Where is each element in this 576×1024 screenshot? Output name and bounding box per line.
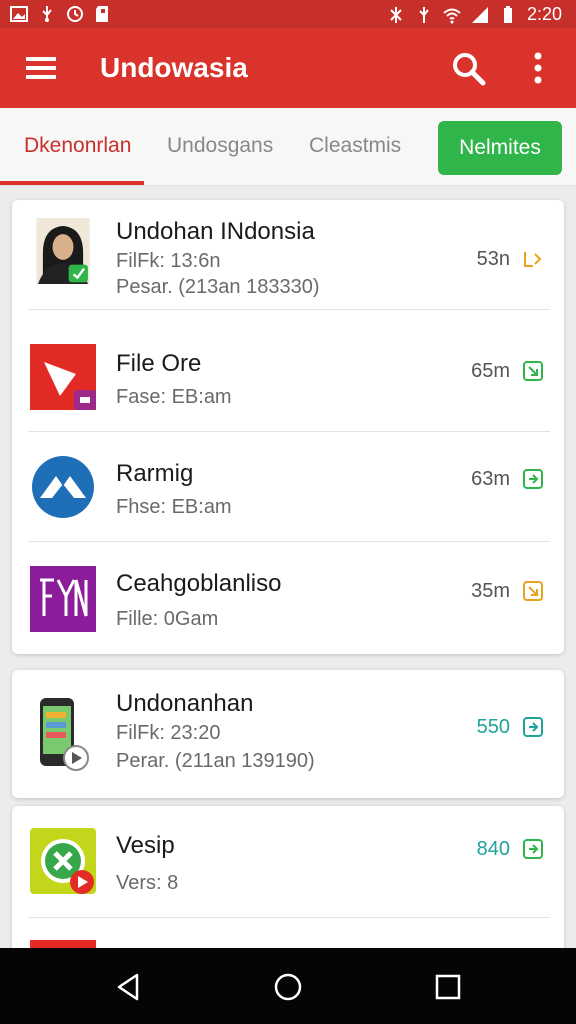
- image-icon: [10, 6, 28, 22]
- open-icon[interactable]: [522, 716, 544, 738]
- list-item-subtitle: Vers: 8: [116, 872, 179, 894]
- list-item[interactable]: Undonanhan FilFk: 23:20 Perar. (211an 13…: [12, 670, 564, 798]
- list-item-size: 63m: [471, 468, 510, 490]
- status-left-icons: [10, 5, 112, 23]
- mountain-logo-icon: [32, 456, 94, 518]
- open-icon[interactable]: [522, 360, 544, 382]
- green-x-icon: [30, 828, 96, 894]
- divider: [28, 541, 550, 542]
- divider: [28, 309, 550, 310]
- tab-cleastmis[interactable]: Cleastmis: [309, 134, 401, 158]
- data-icon: [419, 6, 429, 23]
- nav-bar: [0, 948, 576, 1024]
- app-list-card: Undonanhan FilFk: 23:20 Perar. (211an 13…: [12, 670, 564, 798]
- bluetooth-off-icon: [390, 6, 402, 23]
- sync-icon: [67, 6, 83, 22]
- app-bar: Undowasia: [0, 28, 576, 108]
- list-item-subtitle: Fille: 0Gam: [116, 608, 219, 630]
- phone-device-icon: [40, 698, 89, 771]
- list-item-size: 53n: [476, 248, 510, 270]
- wifi-icon: [443, 8, 461, 23]
- list-item-title: Vesip: [116, 832, 175, 859]
- active-tab-indicator: [0, 181, 144, 185]
- tab-dkenonrlan[interactable]: Dkenonrlan: [24, 134, 131, 158]
- list-item-title: File Ore: [116, 350, 202, 377]
- list-item-detail: Perar. (211an 139190): [116, 750, 315, 772]
- list-item-size: 65m: [471, 360, 510, 382]
- expand-icon[interactable]: [522, 248, 544, 270]
- status-right-icons: 2:20: [387, 4, 562, 25]
- list-item[interactable]: Ceahgoblanliso Fille: 0Gam 35m: [12, 544, 564, 654]
- list-item[interactable]: Vesip Vers: 8 840: [12, 806, 564, 918]
- home-icon[interactable]: [273, 972, 303, 1002]
- open-icon[interactable]: [522, 580, 544, 602]
- more-vert-icon[interactable]: [528, 50, 548, 86]
- back-icon[interactable]: [113, 972, 143, 1002]
- nelmites-button[interactable]: Nelmites: [438, 121, 562, 175]
- list-item[interactable]: Rarmig Fhse: EB:am 63m: [12, 432, 564, 542]
- open-icon[interactable]: [522, 468, 544, 490]
- sd-card-icon: [96, 6, 108, 22]
- usb-icon: [42, 6, 52, 22]
- menu-icon[interactable]: [24, 54, 58, 82]
- list-item-title: Ceahgoblanliso: [116, 570, 282, 597]
- list-item[interactable]: File Ore Fase: EB:am 65m: [12, 322, 564, 432]
- list-item[interactable]: Undohan INdonsia FilFk: 13:6n Pesar. (21…: [12, 200, 564, 310]
- play-tag-icon: [30, 344, 96, 410]
- list-item-subtitle: FilFk: 23:20: [116, 722, 221, 744]
- recents-icon[interactable]: [433, 972, 463, 1002]
- app-list-card: Vesip Vers: 8 840: [12, 806, 564, 956]
- tab-bar: Dkenonrlan Undosgans Cleastmis Nelmites: [0, 108, 576, 186]
- list-item-size: 35m: [471, 580, 510, 602]
- app-title: Undowasia: [100, 52, 248, 83]
- list-item-subtitle: FilFk: 13:6n: [116, 250, 221, 272]
- status-time: 2:20: [526, 4, 562, 24]
- list-item-size: 840: [476, 838, 510, 860]
- search-icon[interactable]: [450, 50, 486, 86]
- list-item-detail: Pesar. (213an 183330): [116, 276, 320, 298]
- list-item-subtitle: Fhse: EB:am: [116, 496, 232, 518]
- list-item-subtitle: Fase: EB:am: [116, 386, 232, 408]
- app-list-card: Undohan INdonsia FilFk: 13:6n Pesar. (21…: [12, 200, 564, 654]
- list-item-title: Undonanhan: [116, 690, 254, 717]
- status-bar: 2:20: [0, 0, 576, 28]
- open-icon[interactable]: [522, 838, 544, 860]
- signal-icon: [471, 6, 488, 23]
- battery-icon: [503, 5, 512, 23]
- tab-undosgans[interactable]: Undosgans: [167, 134, 273, 158]
- list-item-title: Undohan INdonsia: [116, 218, 315, 245]
- avatar-photo-icon: [36, 218, 90, 284]
- list-item-size: 550: [476, 716, 510, 738]
- list-item-title: Rarmig: [116, 460, 194, 487]
- purple-letters-icon: [30, 566, 96, 632]
